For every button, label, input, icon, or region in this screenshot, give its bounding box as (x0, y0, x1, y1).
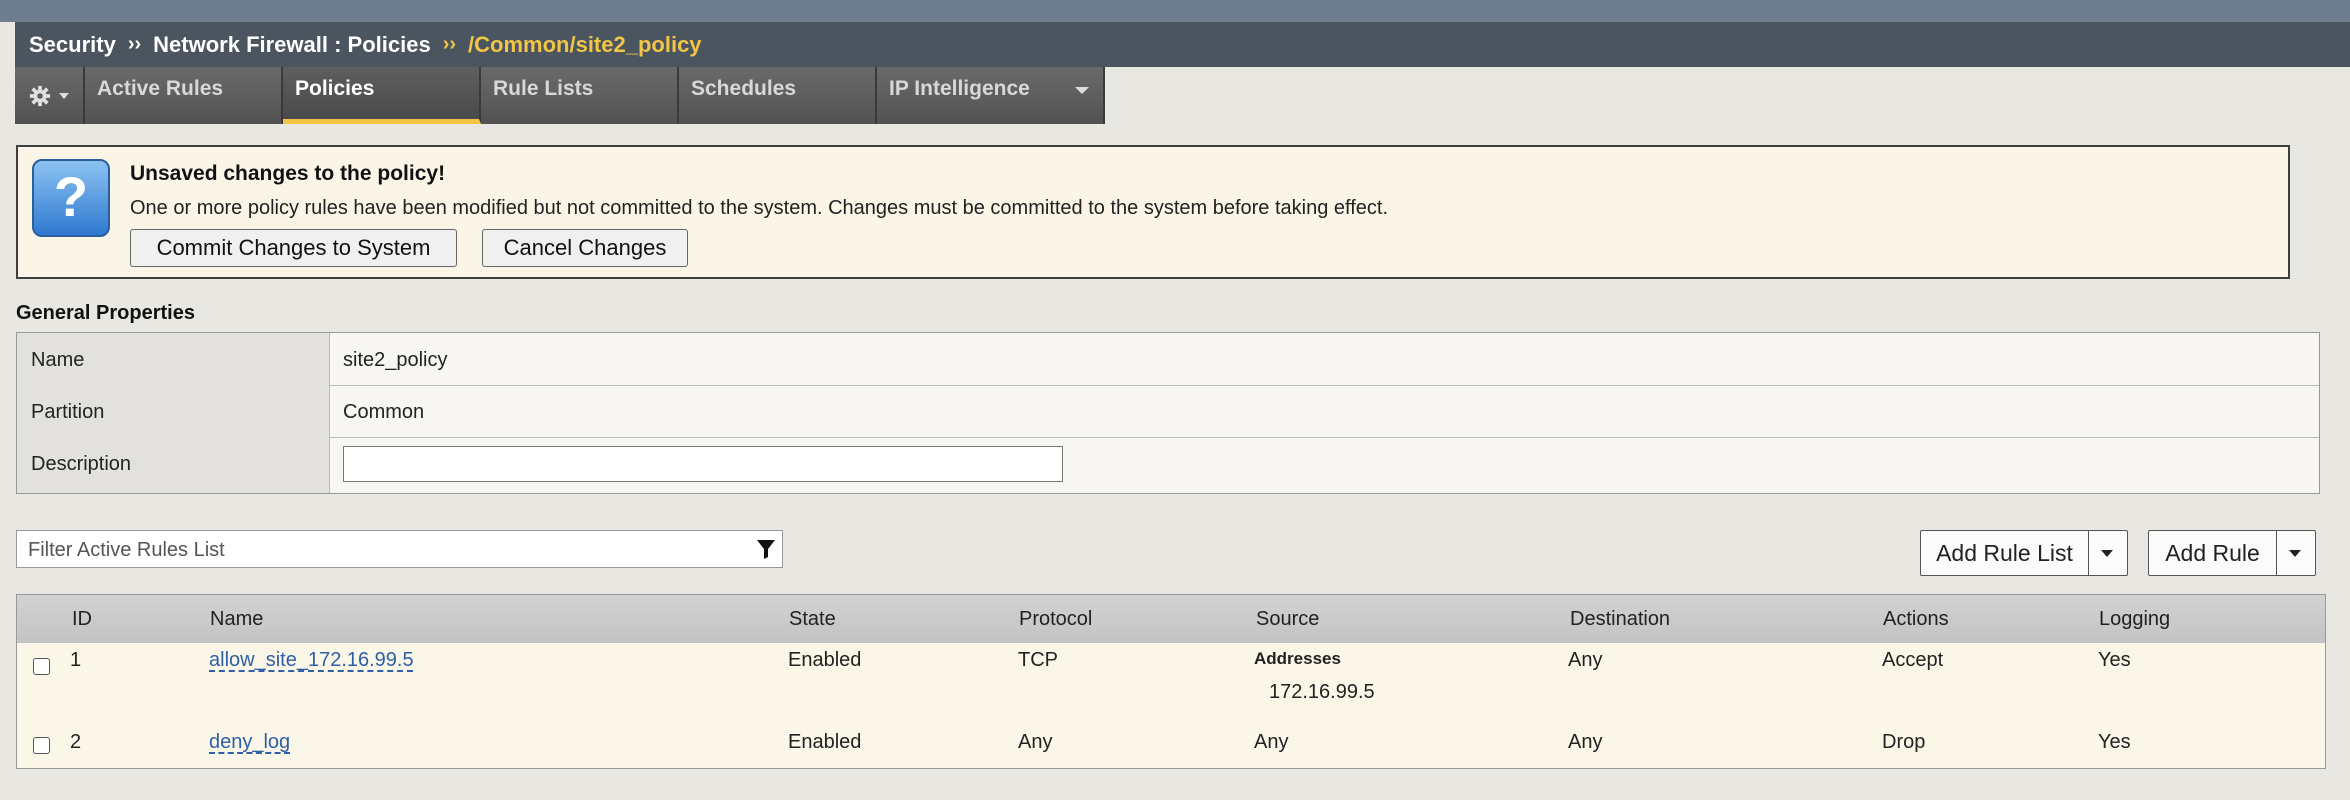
tab-active-rules[interactable]: Active Rules (85, 67, 283, 124)
rule-protocol: Any (1018, 731, 1053, 753)
row-select-checkbox[interactable] (33, 737, 50, 754)
notice-message: One or more policy rules have been modif… (130, 197, 1389, 219)
column-header-source[interactable]: Source (1256, 608, 1319, 631)
tab-bar: Active Rules Policies Rule Lists Schedul… (15, 67, 1105, 124)
add-rule-button[interactable]: Add Rule (2149, 531, 2277, 575)
tab-settings-menu[interactable] (15, 67, 85, 124)
rule-logging: Yes (2098, 649, 2131, 671)
breadcrumb-separator: ›› (127, 33, 142, 55)
tab-schedules[interactable]: Schedules (679, 67, 877, 124)
rule-id: 2 (70, 731, 82, 753)
rule-protocol: TCP (1018, 649, 1058, 671)
rule-destination: Any (1568, 649, 1603, 671)
unsaved-changes-notice: ? Unsaved changes to the policy! One or … (16, 145, 2290, 279)
table-header: ID Name State Protocol Source Destinatio… (17, 595, 2325, 644)
add-rule-dropdown[interactable] (2275, 531, 2315, 575)
filter-placeholder: Filter Active Rules List (28, 539, 225, 561)
property-row-description: Description (17, 437, 2319, 493)
breadcrumb-current-policy: /Common/site2_policy (468, 31, 702, 57)
commit-changes-button[interactable]: Commit Changes to System (130, 229, 457, 267)
rule-source: Any (1254, 731, 1289, 753)
rule-name-link[interactable]: allow_site_172.16.99.5 (209, 649, 414, 672)
rule-name-link[interactable]: deny_log (209, 731, 290, 754)
table-row: 2 deny_log Enabled Any Any Any Drop Yes (17, 723, 2325, 768)
column-header-logging[interactable]: Logging (2099, 608, 2170, 631)
policy-name-value: site2_policy (343, 349, 448, 371)
active-rules-table: ID Name State Protocol Source Destinatio… (16, 594, 2326, 769)
chevron-down-icon (2101, 549, 2113, 557)
tab-label: Policies (295, 77, 375, 100)
table-row: 1 allow_site_172.16.99.5 Enabled TCP Add… (17, 643, 2325, 724)
rule-source-header: Addresses (1254, 649, 1341, 668)
rule-id: 1 (70, 649, 82, 671)
tab-ip-intelligence[interactable]: IP Intelligence (877, 67, 1105, 124)
chevron-down-icon (1075, 87, 1089, 94)
rule-action: Drop (1882, 731, 1926, 753)
column-header-id[interactable]: ID (72, 608, 92, 631)
property-row-partition: Partition Common (17, 385, 2319, 438)
rule-logging: Yes (2098, 731, 2131, 753)
column-header-protocol[interactable]: Protocol (1019, 608, 1092, 631)
tab-rule-lists[interactable]: Rule Lists (481, 67, 679, 124)
breadcrumb: Security ›› Network Firewall : Policies … (15, 22, 2350, 67)
row-select-checkbox[interactable] (33, 658, 50, 675)
add-rule-list-button[interactable]: Add Rule List (1921, 531, 2089, 575)
filter-active-rules-input[interactable]: Filter Active Rules List (16, 530, 783, 568)
top-banner-strip (0, 0, 2350, 22)
rule-source-address: 172.16.99.5 (1269, 681, 1375, 703)
tab-label: IP Intelligence (889, 77, 1030, 100)
column-header-actions[interactable]: Actions (1883, 608, 1949, 631)
chevron-down-icon (59, 92, 69, 99)
tab-label: Active Rules (97, 77, 224, 100)
column-header-destination[interactable]: Destination (1570, 608, 1670, 631)
general-properties-heading: General Properties (16, 302, 195, 324)
general-properties-table: Name site2_policy Partition Common Descr… (16, 332, 2320, 494)
breadcrumb-firewall-policies[interactable]: Network Firewall : Policies (153, 32, 431, 58)
rule-state: Enabled (788, 649, 862, 671)
help-question-icon: ? (32, 159, 110, 237)
tab-policies[interactable]: Policies (283, 67, 481, 124)
add-rule-list-split-button: Add Rule List (1920, 530, 2128, 576)
rule-action: Accept (1882, 649, 1944, 671)
property-label: Description (17, 437, 330, 493)
property-row-name: Name site2_policy (17, 333, 2319, 386)
gear-icon (29, 85, 51, 106)
breadcrumb-separator: ›› (442, 33, 457, 55)
filter-funnel-icon[interactable] (756, 538, 776, 560)
add-rule-list-dropdown[interactable] (2087, 531, 2127, 575)
breadcrumb-security[interactable]: Security (29, 32, 116, 58)
rule-state: Enabled (788, 731, 862, 753)
property-label: Partition (17, 385, 330, 437)
description-input[interactable] (343, 446, 1063, 482)
column-header-state[interactable]: State (789, 608, 836, 631)
rule-destination: Any (1568, 731, 1603, 753)
tab-label: Schedules (691, 77, 797, 100)
column-header-name[interactable]: Name (210, 608, 263, 631)
cancel-changes-button[interactable]: Cancel Changes (482, 229, 688, 267)
chevron-down-icon (2289, 549, 2301, 557)
partition-value: Common (343, 401, 425, 423)
tab-label: Rule Lists (493, 77, 594, 100)
property-label: Name (17, 333, 330, 385)
add-rule-split-button: Add Rule (2148, 530, 2316, 576)
notice-title: Unsaved changes to the policy! (130, 162, 446, 185)
